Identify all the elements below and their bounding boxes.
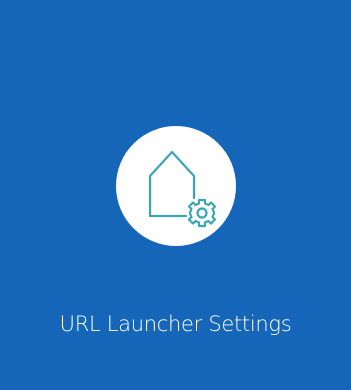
home-settings-icon — [116, 126, 236, 246]
url-launcher-settings-tile[interactable]: URL Launcher Settings — [0, 0, 351, 390]
tile-label: URL Launcher Settings — [59, 312, 292, 336]
